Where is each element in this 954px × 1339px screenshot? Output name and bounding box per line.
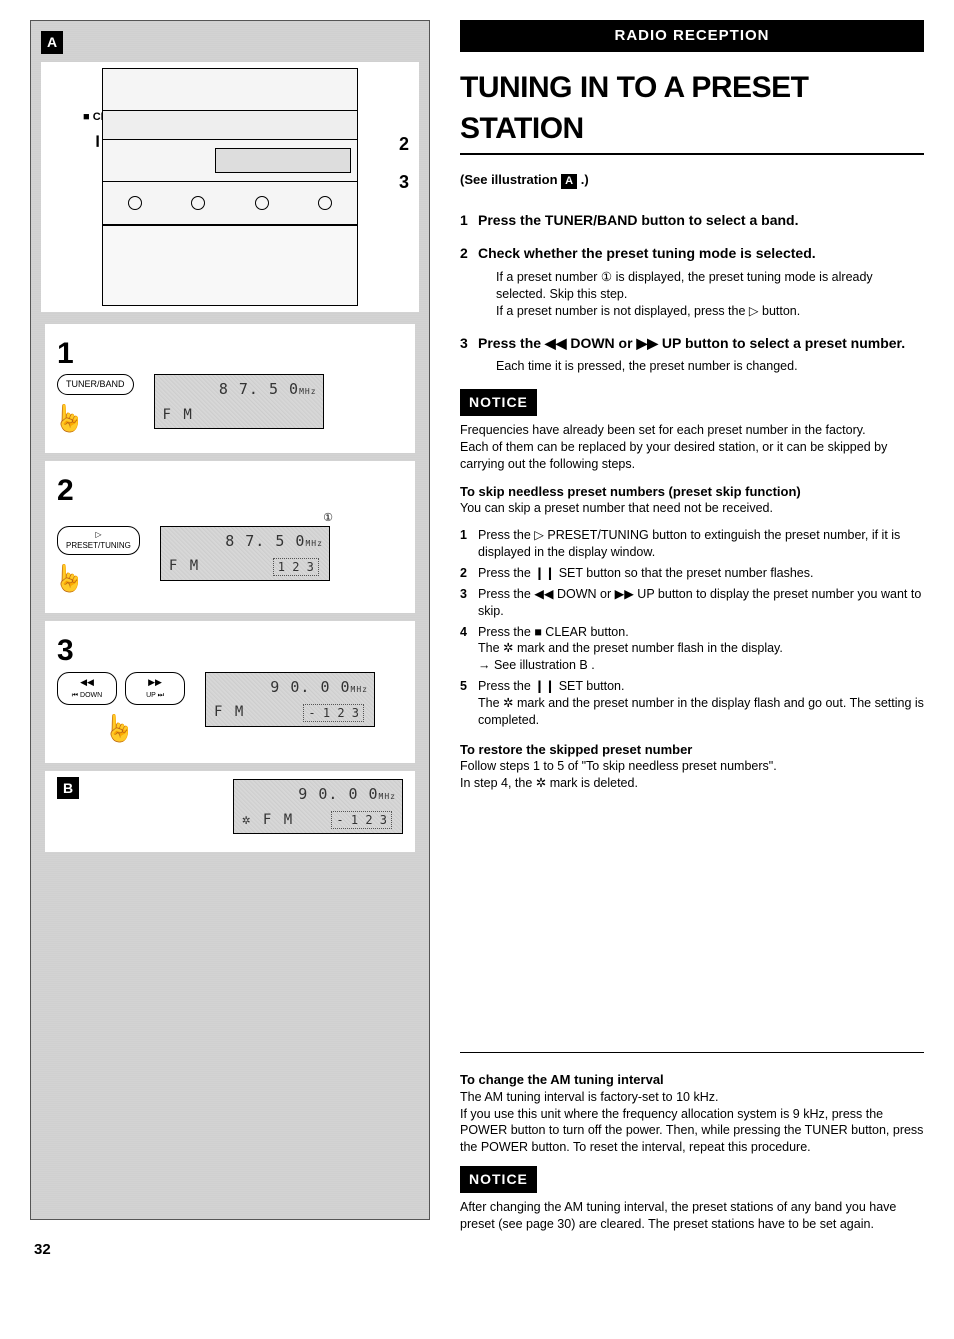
- illustration-label-a: A: [41, 31, 63, 54]
- step3-num: 3: [57, 631, 403, 672]
- step1-num: 1: [57, 334, 403, 375]
- tuner-band-button: TUNER/BAND: [57, 374, 134, 394]
- lcd-display-b: 9 0. 0 0MHz ✲ F M - 1 2 3: [233, 779, 403, 834]
- notice-label-2: NOTICE: [460, 1166, 537, 1193]
- illustration-b-panel: B 9 0. 0 0MHz ✲ F M - 1 2 3: [45, 771, 415, 853]
- main-steps: 1 Press the TUNER/BAND button to select …: [460, 211, 924, 375]
- restore-heading: To restore the skipped preset number: [460, 741, 924, 759]
- notice-label-1: NOTICE: [460, 389, 537, 416]
- callout-2: 2: [399, 132, 409, 156]
- illustration-label-b: B: [57, 777, 79, 800]
- notice-1-text: Frequencies have already been set for ea…: [460, 422, 924, 473]
- circled-1-icon: ①: [323, 512, 333, 524]
- page-number: 32: [34, 1240, 430, 1260]
- lcd-display-1: 8 7. 5 0MHz F M: [154, 374, 324, 429]
- step2-panel: 2 ① ▷PRESET/TUNING 8 7. 5 0MHz F M 1 2 3: [45, 461, 415, 614]
- up-button: ▶▶UP ⏭: [125, 672, 185, 705]
- main-step-3: 3 Press the ◀◀ DOWN or ▶▶ UP button to s…: [460, 334, 924, 376]
- hand-icon: [107, 711, 135, 745]
- notice-2-text: After changing the AM tuning interval, t…: [460, 1199, 924, 1233]
- see-illustration-ref: (See illustration A .): [460, 171, 924, 189]
- step1-panel: 1 TUNER/BAND 8 7. 5 0MHz F M: [45, 324, 415, 453]
- step3-panel: 3 ◀◀⏮ DOWN ▶▶UP ⏭ 9 0. 0 0MHz F M - 1 2 …: [45, 621, 415, 762]
- skip-heading: To skip needless preset numbers (preset …: [460, 483, 924, 501]
- preset-tuning-button: ▷PRESET/TUNING: [57, 526, 140, 556]
- stereo-diagram: ■ CLEAR ❙❙ SET 1 2 3: [41, 62, 419, 312]
- restore-text: Follow steps 1 to 5 of "To skip needless…: [460, 758, 924, 792]
- main-step-2: 2 Check whether the preset tuning mode i…: [460, 244, 924, 320]
- ref-box-a: A: [561, 174, 577, 189]
- separator: [460, 1052, 924, 1053]
- page-title: TUNING IN TO A PRESET STATION: [460, 68, 924, 155]
- skip-steps: 1Press the ▷ PRESET/TUNING button to ext…: [460, 527, 924, 729]
- illustration-area: A ■ CLEAR ❙❙ SET 1 2 3 1: [30, 20, 430, 1220]
- step2-num: 2: [57, 471, 403, 512]
- hand-icon: [57, 561, 85, 595]
- am-heading: To change the AM tuning interval: [460, 1071, 924, 1089]
- lcd-display-3: 9 0. 0 0MHz F M - 1 2 3: [205, 672, 375, 727]
- down-button: ◀◀⏮ DOWN: [57, 672, 117, 705]
- am-text: The AM tuning interval is factory-set to…: [460, 1089, 924, 1157]
- main-step-1: 1 Press the TUNER/BAND button to select …: [460, 211, 924, 230]
- callout-3: 3: [399, 170, 409, 194]
- lcd-display-2: 8 7. 5 0MHz F M 1 2 3: [160, 526, 330, 581]
- section-header: RADIO RECEPTION: [460, 20, 924, 52]
- hand-icon: [57, 401, 85, 435]
- skip-intro: You can skip a preset number that need n…: [460, 500, 924, 517]
